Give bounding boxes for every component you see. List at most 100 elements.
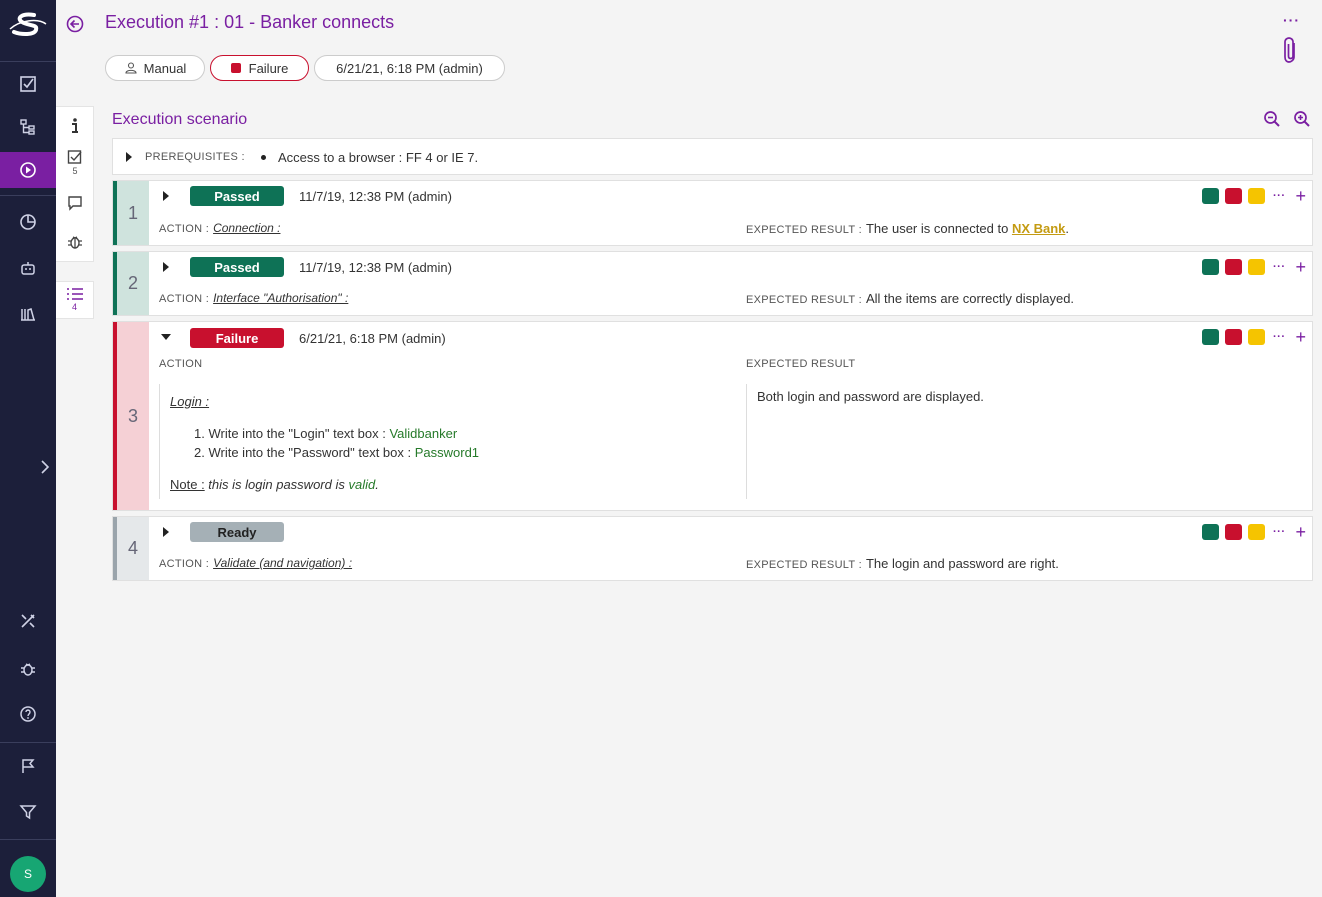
- step-number: 2: [113, 252, 149, 315]
- expand-nav-chevron-icon[interactable]: [38, 458, 52, 476]
- set-blocked-button[interactable]: [1248, 188, 1265, 204]
- nav-test-cases[interactable]: [0, 109, 56, 145]
- expected-value: The user is connected to NX Bank.: [865, 221, 1070, 236]
- step-more-icon[interactable]: ···: [1273, 261, 1286, 273]
- nav-library[interactable]: [0, 296, 56, 332]
- zoom-in-icon[interactable]: [1293, 110, 1311, 128]
- nav-help[interactable]: [0, 696, 56, 732]
- action-label: ACTION :: [159, 558, 210, 570]
- checkbox-icon: [67, 150, 82, 164]
- step-number: 1: [113, 181, 149, 245]
- execution-date-label: 6/21/21, 6:18 PM (admin): [336, 60, 483, 76]
- execution-mode-label: Manual: [143, 60, 187, 76]
- back-arrow-icon[interactable]: [66, 15, 84, 33]
- info-icon: [72, 118, 78, 133]
- action-row: ACTION : Validate (and navigation) :: [159, 556, 352, 570]
- step-status-buttons: ··· +: [1202, 258, 1307, 276]
- set-passed-button[interactable]: [1202, 329, 1219, 345]
- set-failure-button[interactable]: [1225, 524, 1242, 540]
- set-passed-button[interactable]: [1202, 188, 1219, 204]
- library-icon: [21, 308, 35, 321]
- action-value: Interface "Authorisation" :: [213, 291, 349, 305]
- set-failure-button[interactable]: [1225, 259, 1242, 275]
- robot-icon: [21, 262, 35, 275]
- bug-icon: [21, 663, 35, 676]
- add-step-icon[interactable]: +: [1296, 187, 1307, 205]
- bullet-icon: [261, 155, 266, 160]
- zoom-out-icon[interactable]: [1263, 110, 1281, 128]
- bug-icon: [68, 236, 82, 249]
- nav-filter[interactable]: [0, 794, 56, 830]
- set-blocked-button[interactable]: [1248, 259, 1265, 275]
- nav-divider: [0, 742, 56, 743]
- nav-milestones[interactable]: [0, 748, 56, 784]
- step-more-icon[interactable]: ···: [1273, 526, 1286, 538]
- step-card: 3 Failure 6/21/21, 6:18 PM (admin) ··· +…: [112, 321, 1313, 511]
- nav-divider: [0, 61, 56, 62]
- action-value: Validate (and navigation) :: [213, 556, 353, 570]
- step-date: 6/21/21, 6:18 PM (admin): [299, 331, 446, 346]
- expected-label: EXPECTED RESULT :: [746, 294, 862, 306]
- expand-prerequisites-caret-icon[interactable]: [126, 152, 132, 162]
- execution-status-pill[interactable]: Failure: [210, 55, 309, 81]
- tab-steps[interactable]: 5: [56, 149, 94, 176]
- nav-requirements[interactable]: [0, 66, 56, 102]
- tools-icon: [21, 614, 35, 628]
- execution-mode-pill: Manual: [105, 55, 205, 81]
- set-blocked-button[interactable]: [1248, 524, 1265, 540]
- expand-step-caret-icon[interactable]: [163, 527, 169, 537]
- nav-tools[interactable]: [0, 603, 56, 639]
- expected-row: EXPECTED RESULT : The login and password …: [746, 556, 1059, 571]
- list-icon: [66, 288, 83, 300]
- tab-comments[interactable]: [56, 195, 94, 211]
- prerequisites-label: PREREQUISITES :: [145, 151, 245, 163]
- set-passed-button[interactable]: [1202, 524, 1219, 540]
- step-status-badge[interactable]: Ready: [190, 522, 284, 542]
- nx-bank-link[interactable]: NX Bank: [1012, 221, 1065, 236]
- step-card: 2 Passed 11/7/19, 12:38 PM (admin) ··· +…: [112, 251, 1313, 316]
- nav-bugtracker[interactable]: [0, 651, 56, 687]
- step-status-buttons: ··· +: [1202, 328, 1307, 346]
- step-more-icon[interactable]: ···: [1273, 331, 1286, 343]
- expand-step-caret-icon[interactable]: [163, 191, 169, 201]
- collapse-step-caret-icon[interactable]: [161, 334, 171, 340]
- tab-issues[interactable]: [56, 233, 94, 251]
- list-count: 4: [71, 302, 77, 312]
- tab-information[interactable]: [56, 117, 94, 135]
- left-nav: S: [0, 0, 56, 897]
- nav-automation[interactable]: [0, 250, 56, 286]
- step-date: 11/7/19, 12:38 PM (admin): [299, 260, 452, 275]
- user-avatar[interactable]: S: [10, 856, 46, 892]
- password-value: Password1: [414, 445, 480, 460]
- add-step-icon[interactable]: +: [1296, 328, 1307, 346]
- attachment-icon[interactable]: [1282, 36, 1300, 66]
- step-status-badge[interactable]: Passed: [190, 186, 284, 206]
- expand-step-caret-icon[interactable]: [163, 262, 169, 272]
- set-passed-button[interactable]: [1202, 259, 1219, 275]
- expected-label: EXPECTED RESULT :: [746, 224, 862, 236]
- step-status-buttons: ··· +: [1202, 523, 1307, 541]
- flag-icon: [22, 759, 35, 773]
- app-logo-icon[interactable]: [8, 10, 48, 40]
- step-status-badge[interactable]: Passed: [190, 257, 284, 277]
- action-content: Login : 1. Write into the "Login" text b…: [159, 384, 747, 499]
- expected-label: EXPECTED RESULT :: [746, 559, 862, 571]
- nav-divider: [0, 839, 56, 840]
- step-more-icon[interactable]: ···: [1273, 190, 1286, 202]
- set-blocked-button[interactable]: [1248, 329, 1265, 345]
- more-menu-icon[interactable]: ···: [1283, 12, 1300, 28]
- side-tabs: 5: [56, 106, 94, 262]
- section-title: Execution scenario: [112, 111, 248, 128]
- tab-execution-scenario[interactable]: 4: [56, 281, 94, 319]
- nav-campaigns[interactable]: [0, 152, 56, 188]
- set-failure-button[interactable]: [1225, 329, 1242, 345]
- step-date: 11/7/19, 12:38 PM (admin): [299, 189, 452, 204]
- step-status-badge[interactable]: Failure: [190, 328, 284, 348]
- add-step-icon[interactable]: +: [1296, 523, 1307, 541]
- checkbox-icon: [20, 76, 36, 92]
- action-row: ACTION : Interface "Authorisation" :: [159, 291, 348, 305]
- set-failure-button[interactable]: [1225, 188, 1242, 204]
- nav-dashboard[interactable]: [0, 204, 56, 240]
- expected-row: EXPECTED RESULT : All the items are corre…: [746, 291, 1074, 306]
- add-step-icon[interactable]: +: [1296, 258, 1307, 276]
